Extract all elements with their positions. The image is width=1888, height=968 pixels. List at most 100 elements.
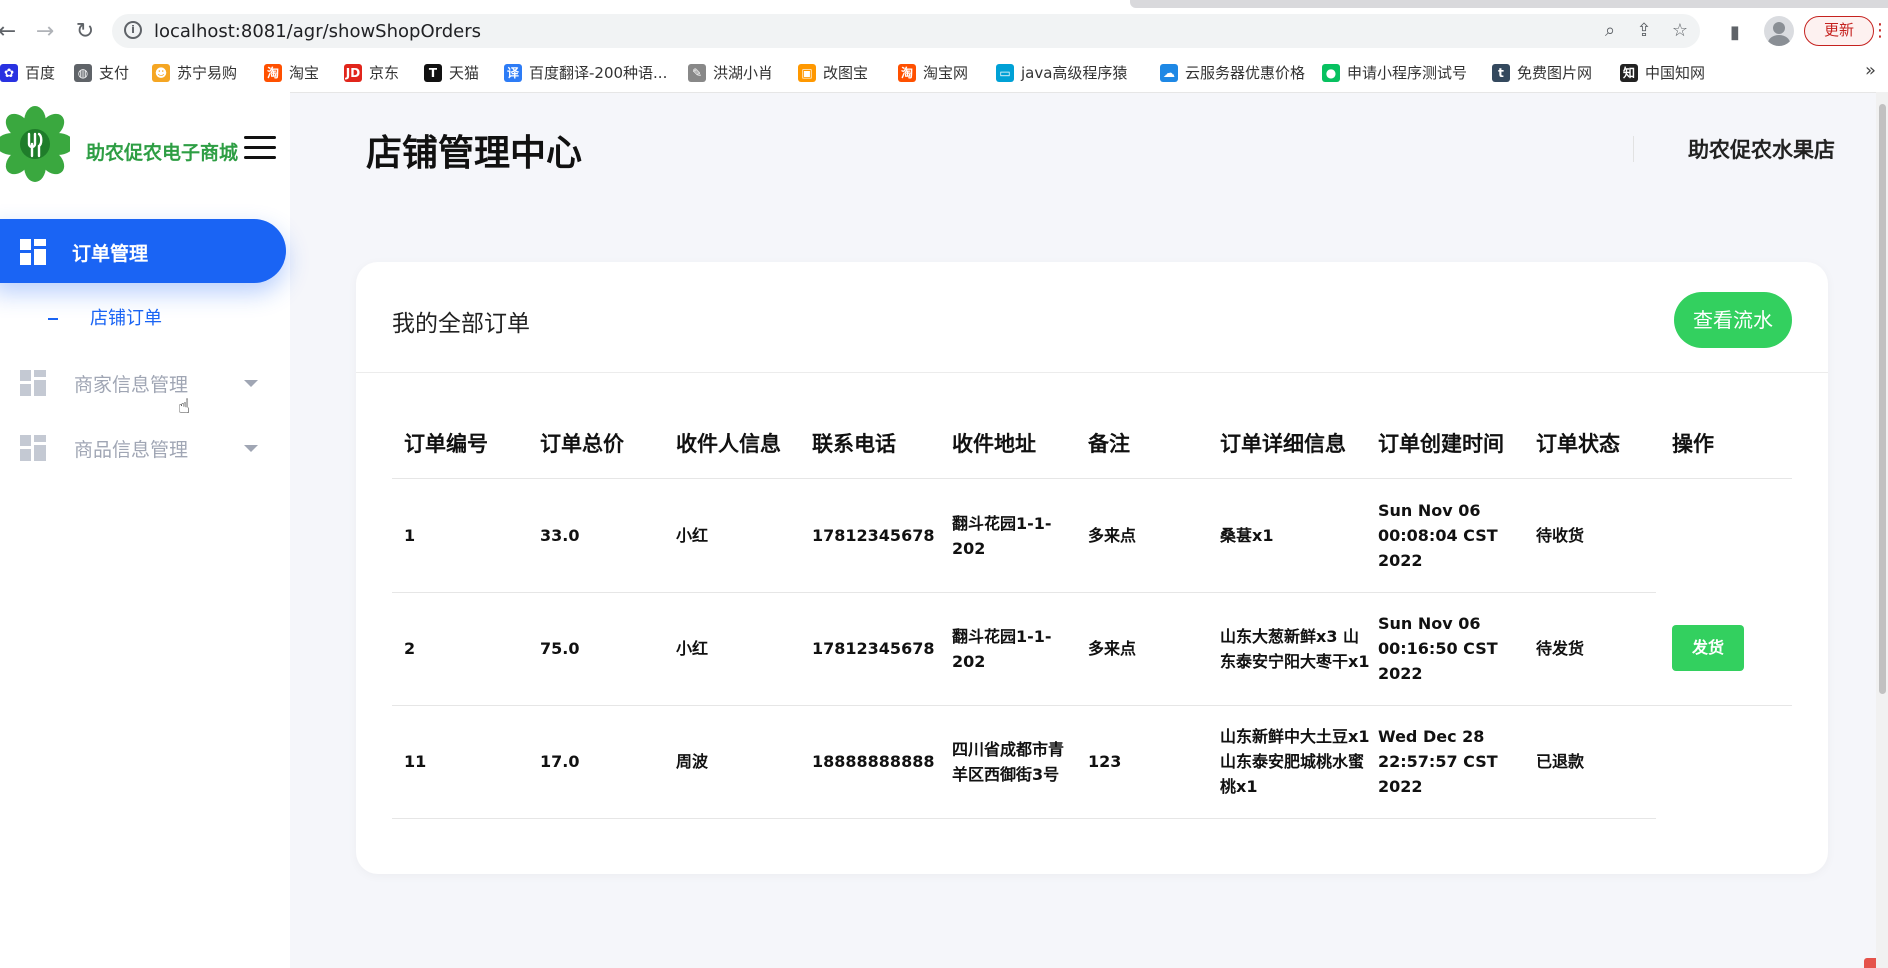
table-cell-note: 多来点 [1088,592,1208,705]
cloud-icon: ☁ [1160,63,1178,82]
column-header: 联系电话 [812,432,896,456]
bookmark-label: 苏宁易购 [177,64,238,82]
table-cell-address: 四川省成都市青羊区西御街3号 [952,705,1072,818]
column-header: 订单状态 [1536,432,1620,456]
cell-text: 桑葚x1 [1220,526,1274,545]
bookmark-item[interactable]: 知中国知网 [1620,62,1705,83]
bookmark-item[interactable]: 淘淘宝 [264,62,319,83]
table-cell-recipient: 小红 [676,479,796,592]
bird-icon: ✎ [688,63,706,82]
table-cell-status: 已退款 [1536,705,1656,818]
address-bar[interactable]: i localhost:8081/agr/showShopOrders ⌕ ⇪ … [112,14,1700,48]
gaitubao-icon: ▣ [798,63,816,82]
share-icon[interactable]: ⇪ [1632,19,1656,43]
bookmark-item[interactable]: ✎ 洪湖小肖 [688,62,773,83]
jd-icon: JD [344,63,362,82]
bookmark-item[interactable]: ● 申请小程序测试号 [1322,62,1467,83]
cell-text: 山东新鲜中大土豆x1 山东泰安肥城桃水蜜桃x1 [1220,727,1370,796]
table-cell-total: 17.0 [540,705,660,818]
bookmark-item[interactable]: t 免费图片网 [1492,62,1592,83]
table-cell-id: 2 [404,592,524,705]
table-cell-note: 多来点 [1088,479,1208,592]
card-divider [356,372,1828,373]
bookmark-label: java高级程序猿 [1021,64,1128,82]
browser-toolbar: ← → ↻ i localhost:8081/agr/showShopOrder… [0,10,1888,52]
cell-text: 待收货 [1536,526,1585,545]
reload-icon[interactable]: ↻ [70,16,100,46]
bookmark-label: 免费图片网 [1517,64,1593,82]
bookmark-label: 洪湖小肖 [713,64,774,82]
cell-text: 周波 [676,752,709,771]
dashboard-icon [20,435,46,461]
caret-down-icon [244,380,258,387]
bookmark-star-icon[interactable]: ☆ [1668,19,1692,43]
table-cell-recipient: 周波 [676,705,796,818]
cell-text: 18888888888 [812,752,935,771]
table-cell-created: Wed Dec 28 22:57:57 CST 2022 [1378,705,1526,818]
column-header: 操作 [1672,432,1714,456]
sidebar-item-label: 订单管理 [72,243,149,265]
bookmark-item[interactable]: ☁ 云服务器优惠价格 [1160,62,1305,83]
bookmarks-overflow-icon[interactable]: » [1865,60,1876,81]
cell-text: 123 [1088,752,1122,771]
cell-text: 已退款 [1536,752,1585,771]
site-info-icon[interactable]: i [124,21,142,39]
card-title: 我的全部订单 [392,311,530,337]
sidebar-item-product-info[interactable]: 商品信息管理 [20,433,270,463]
table-cell-address: 翻斗花园1-1-202 [952,592,1072,705]
bookmark-label: 百度翻译-200种语... [529,64,668,82]
t-icon: t [1492,63,1510,82]
cell-text: Sun Nov 06 00:16:50 CST 2022 [1378,614,1498,683]
zoom-icon[interactable]: ⌕ [1598,19,1622,43]
bookmark-item[interactable]: 淘淘宝网 [898,62,968,83]
cell-text: 33.0 [540,526,580,545]
ship-button[interactable]: 发货 [1672,625,1744,671]
brand-logo-icon [0,106,70,182]
bookmark-item[interactable]: ✿ 百度 [0,62,55,83]
menu-toggle-icon[interactable] [244,134,276,160]
bookmark-item[interactable]: ▣ 改图宝 [798,62,868,83]
sidebar-subitem-shop-orders[interactable]: 店铺订单 [48,304,162,330]
table-cell-recipient: 小红 [676,592,796,705]
bookmark-item[interactable]: 译百度翻译-200种语... [504,62,667,83]
bookmark-label: 改图宝 [823,64,869,82]
bookmark-item[interactable]: JD 京东 [344,62,399,83]
tab-strip-shade [1130,0,1888,8]
bookmark-item[interactable]: ◍ 支付 [74,62,129,83]
cell-text: 75.0 [540,639,580,658]
table-cell-phone: 18888888888 [812,705,942,818]
cell-text: 翻斗花园1-1-202 [952,513,1052,558]
bookmark-item[interactable]: ▭ java高级程序猿 [996,62,1127,83]
side-panel-icon[interactable]: ▮ [1730,22,1740,43]
url-text[interactable]: localhost:8081/agr/showShopOrders [154,21,481,42]
globe-icon: ◍ [74,63,92,82]
column-header: 订单总价 [540,432,624,456]
cnki-icon: 知 [1620,63,1638,82]
scrollbar-thumb[interactable] [1879,104,1886,694]
table-cell-created: Sun Nov 06 00:08:04 CST 2022 [1378,479,1526,592]
bookmark-item[interactable]: ☻ 苏宁易购 [152,62,237,83]
sidebar-item-order-management[interactable]: 订单管理 [0,219,286,283]
back-icon[interactable]: ← [0,16,22,46]
table-cell-status: 待收货 [1536,479,1656,592]
bookmark-item[interactable]: T 天猫 [424,62,479,83]
sidebar-item-label: 商品信息管理 [74,439,189,461]
cell-text: 翻斗花园1-1-202 [952,626,1052,671]
sidebar-item-merchant-info[interactable]: 商家信息管理 [20,368,270,398]
cell-text: 2 [404,639,416,658]
update-button[interactable]: 更新 [1804,16,1888,46]
table-cell-detail: 山东新鲜中大土豆x1 山东泰安肥城桃水蜜桃x1 [1220,705,1370,818]
forward-icon[interactable]: → [30,16,60,46]
sidebar-item-label: 商家信息管理 [74,374,189,396]
sidebar: 助农促农电子商城 订单管理 店铺订单 商家信息管理 商品信息管理 [0,92,290,968]
bookmark-label: 百度 [25,64,56,82]
bookmark-label: 支付 [99,64,130,82]
column-header: 备注 [1088,432,1130,456]
orders-card: 我的全部订单 查看流水 订单编号 订单总价 收件人信息 联系电话 收件地址 备注 订单详细信… [356,262,1828,874]
cell-text: 1 [404,526,416,545]
bookmark-label: 云服务器优惠价格 [1185,64,1306,82]
table-cell-phone: 17812345678 [812,592,942,705]
shop-name: 助农促农水果店 [1688,138,1835,162]
profile-avatar[interactable] [1764,16,1794,46]
view-flow-button[interactable]: 查看流水 [1674,292,1792,348]
